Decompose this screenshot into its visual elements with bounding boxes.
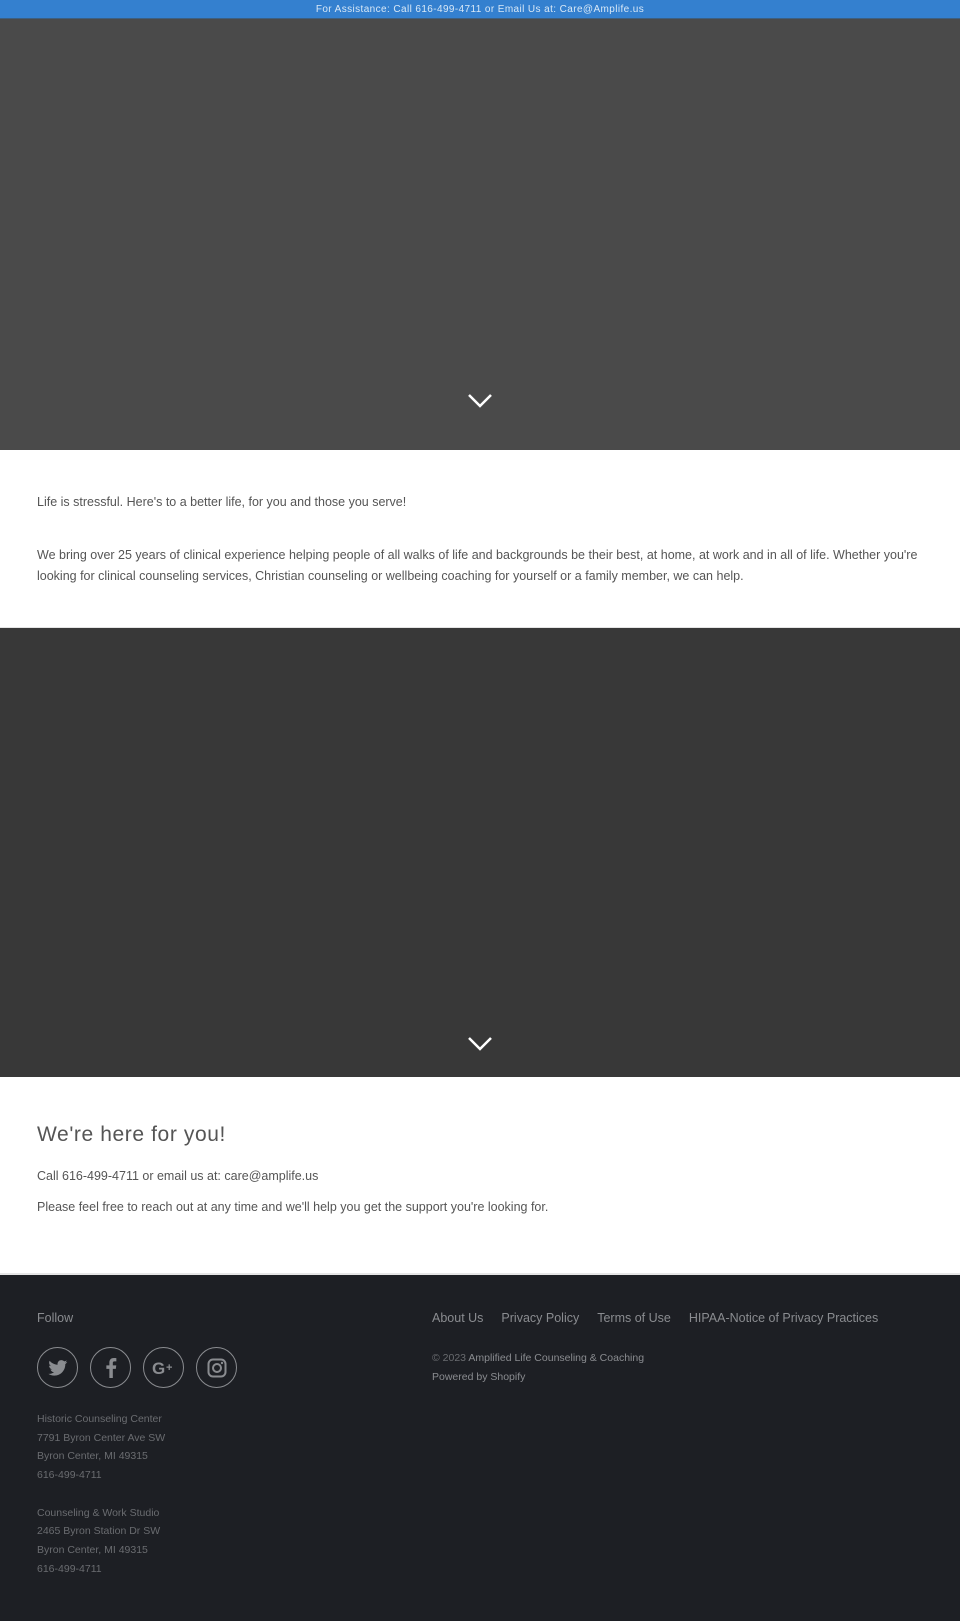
footer-link-about-us[interactable]: About Us	[432, 1311, 483, 1325]
assistance-bar: For Assistance: Call 616-499-4711 or Ema…	[0, 0, 960, 18]
site-footer: Follow G + Historic Counseling Center 77…	[0, 1275, 960, 1621]
brand-link[interactable]: Amplified Life Counseling & Coaching	[468, 1352, 644, 1364]
scroll-down-chevron-icon[interactable]	[467, 1036, 493, 1052]
location-city: Byron Center, MI 49315	[37, 1543, 148, 1556]
instagram-icon	[207, 1358, 226, 1377]
facebook-link[interactable]	[90, 1347, 131, 1388]
footer-link-privacy-policy[interactable]: Privacy Policy	[501, 1311, 579, 1325]
footer-nav: About Us Privacy Policy Terms of Use HIP…	[432, 1311, 932, 1325]
location-phone: 616-499-4711	[37, 1469, 102, 1482]
facebook-icon	[105, 1357, 116, 1378]
location-name: Counseling & Work Studio	[37, 1506, 160, 1519]
follow-label: Follow	[37, 1311, 74, 1325]
hero-banner	[0, 18, 960, 450]
location-street: 2465 Byron Station Dr SW	[37, 1525, 161, 1538]
twitter-link[interactable]	[37, 1347, 78, 1388]
twitter-icon	[47, 1359, 67, 1376]
copyright-year: © 2023	[432, 1352, 467, 1364]
footer-right-column: About Us Privacy Policy Terms of Use HIP…	[432, 1311, 932, 1387]
google-plus-icon: G +	[152, 1360, 172, 1376]
intro-section: Life is stressful. Here's to a better li…	[0, 450, 960, 627]
intro-lead: Life is stressful. Here's to a better li…	[37, 495, 407, 509]
location-counseling-work-studio: Counseling & Work Studio 2465 Byron Stat…	[37, 1504, 377, 1579]
location-phone: 616-499-4711	[37, 1562, 102, 1575]
location-city: Byron Center, MI 49315	[37, 1450, 148, 1463]
contact-message: Please feel free to reach out at any tim…	[37, 1200, 549, 1214]
contact-heading: We're here for you!	[37, 1123, 226, 1146]
location-historic-counseling-center: Historic Counseling Center 7791 Byron Ce…	[37, 1410, 377, 1504]
svg-text:+: +	[166, 1362, 172, 1374]
assistance-text: For Assistance: Call 616-499-4711 or Ema…	[315, 3, 645, 15]
intro-body: We bring over 25 years of clinical exper…	[37, 548, 918, 583]
image-banner	[0, 627, 960, 1077]
powered-by-shopify-link[interactable]: Powered by Shopify	[432, 1371, 525, 1383]
scroll-down-chevron-icon[interactable]	[467, 393, 493, 409]
footer-left-column: Follow G + Historic Counseling Center 77…	[37, 1311, 377, 1578]
location-name: Historic Counseling Center	[37, 1413, 162, 1425]
contact-section: We're here for you! Call 616-499-4711 or…	[0, 1077, 960, 1275]
footer-link-hipaa-notice[interactable]: HIPAA-Notice of Privacy Practices	[689, 1311, 878, 1325]
svg-text:G: G	[152, 1360, 165, 1376]
social-links: G +	[37, 1347, 377, 1388]
copyright: © 2023 Amplified Life Counseling & Coach…	[432, 1349, 932, 1387]
location-street: 7791 Byron Center Ave SW	[37, 1431, 166, 1444]
contact-line: Call 616-499-4711 or email us at: care@a…	[37, 1169, 319, 1183]
instagram-link[interactable]	[196, 1347, 237, 1388]
footer-link-terms-of-use[interactable]: Terms of Use	[597, 1311, 671, 1325]
google-plus-link[interactable]: G +	[143, 1347, 184, 1388]
